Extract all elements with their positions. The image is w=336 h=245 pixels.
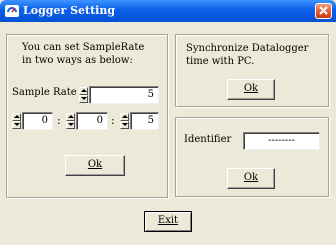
sample-rate-ok-button[interactable]: Ok	[65, 155, 125, 176]
sync-description-line2: time with PC.	[186, 56, 255, 67]
sample-rate-spinner[interactable]	[79, 87, 88, 103]
sync-description-line1: Synchronize Datalogger	[186, 43, 309, 54]
spinner-up-icon[interactable]	[79, 87, 88, 95]
spinner-down-icon[interactable]	[66, 121, 75, 129]
spinner-down-icon[interactable]	[12, 121, 21, 129]
spinner-up-icon[interactable]	[66, 113, 75, 121]
spinner-up-icon[interactable]	[12, 113, 21, 121]
spinner-up-icon[interactable]	[120, 113, 129, 121]
close-icon	[319, 6, 328, 15]
identifier-ok-button[interactable]: Ok	[227, 168, 275, 189]
identifier-group: Identifier -------- Ok	[175, 117, 329, 197]
close-button[interactable]	[315, 3, 332, 19]
time-separator: :	[111, 114, 115, 127]
sample-rate-group: You can set SampleRate in two ways as be…	[6, 34, 168, 198]
window-title: Logger Setting	[23, 4, 116, 17]
spinner-down-icon[interactable]	[79, 95, 88, 103]
sync-group: Synchronize Datalogger time with PC. Ok	[175, 34, 329, 107]
sync-ok-button[interactable]: Ok	[227, 79, 275, 100]
time-separator: :	[57, 114, 61, 127]
sample-rate-description-line2: in two ways as below:	[22, 55, 133, 66]
spinner-down-icon[interactable]	[120, 121, 129, 129]
hours-spinner[interactable]	[12, 113, 21, 129]
sample-rate-input[interactable]: 5	[89, 86, 159, 104]
minutes-spinner[interactable]	[66, 113, 75, 129]
identifier-label: Identifier	[184, 134, 232, 145]
exit-label: Exit	[157, 215, 179, 226]
sample-rate-description-line1: You can set SampleRate	[22, 42, 145, 53]
hours-input[interactable]: 0	[22, 112, 53, 130]
sample-rate-label: Sample Rate	[12, 87, 77, 98]
identifier-input[interactable]: --------	[243, 132, 320, 150]
sample-rate-ok-label: Ok	[87, 159, 103, 170]
sync-ok-label: Ok	[243, 83, 259, 94]
logger-setting-window: Logger Setting You can set SampleRate in…	[0, 0, 336, 245]
exit-button[interactable]: Exit	[144, 211, 192, 232]
identifier-ok-label: Ok	[243, 172, 259, 183]
seconds-spinner[interactable]	[120, 113, 129, 129]
title-bar[interactable]: Logger Setting	[0, 0, 336, 22]
logger-icon	[4, 3, 20, 19]
seconds-input[interactable]: 5	[130, 112, 159, 130]
minutes-input[interactable]: 0	[76, 112, 108, 130]
